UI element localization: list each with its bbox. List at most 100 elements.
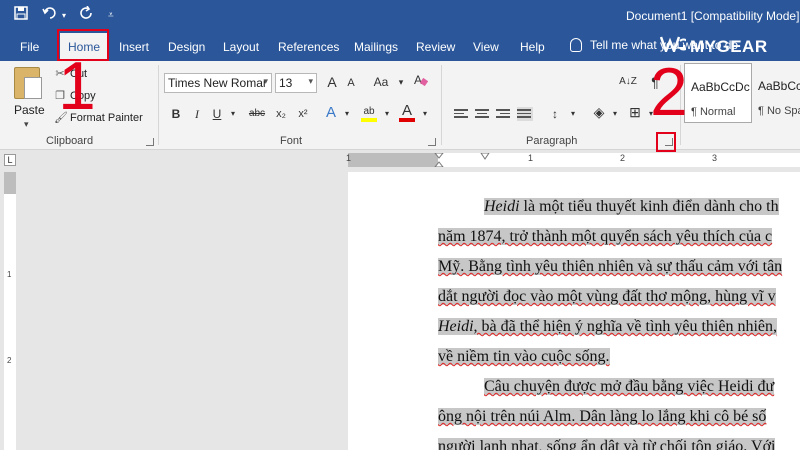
undo-icon[interactable]: [42, 6, 58, 24]
subscript-button[interactable]: x₂: [272, 105, 290, 123]
ruler-number: 1: [346, 153, 352, 163]
font-color-button[interactable]: A: [398, 102, 416, 122]
text-run: , bà đã thể hiện ý nghĩa về tình yêu thi…: [473, 318, 778, 335]
strikethrough-button[interactable]: abc: [245, 105, 269, 123]
chevron-down-icon: ▾: [263, 76, 268, 86]
group-separator: [158, 65, 159, 145]
text-line: Câu chuyện được mở đầu bằng việc Heidi đ…: [438, 372, 800, 402]
font-launcher-icon[interactable]: [428, 138, 436, 146]
text-run: về niềm tin vào cuộc sống.: [438, 348, 610, 365]
text-line: ông nội trên núi Alm. Dân làng lo lắng k…: [438, 402, 800, 432]
text-run: dắt người đọc vào một vùng đất thơ mộng,…: [438, 288, 776, 305]
tab-layout[interactable]: Layout: [223, 40, 259, 54]
lightbulb-icon: [570, 38, 582, 52]
font-family-value: Times New Romar: [168, 76, 267, 90]
underline-dropdown-icon[interactable]: ▾: [224, 105, 242, 123]
document-page[interactable]: Heidi là một tiểu thuyết kinh điển dành …: [348, 172, 800, 450]
vertical-ruler[interactable]: 1 2: [4, 172, 16, 450]
ruler-number: 1: [528, 153, 534, 163]
chevron-down-icon: ▾: [308, 76, 313, 86]
redo-icon[interactable]: [80, 5, 94, 24]
tab-review[interactable]: Review: [416, 40, 455, 54]
line-spacing-dropdown-icon[interactable]: ▾: [564, 105, 582, 123]
grow-font-button[interactable]: A: [323, 73, 341, 91]
paste-dropdown-icon[interactable]: ▾: [24, 119, 29, 130]
text-run: là một tiểu thuyết kinh điển dành cho th: [519, 198, 779, 215]
tab-insert[interactable]: Insert: [119, 40, 149, 54]
superscript-button[interactable]: x²: [294, 105, 312, 123]
highlight-dropdown-icon[interactable]: ▾: [378, 105, 396, 123]
text-run: Câu chuyện được mở đầu bằng việc Heidi đ…: [484, 378, 775, 395]
tab-selector[interactable]: L: [4, 154, 16, 166]
tab-file[interactable]: File: [20, 40, 39, 54]
italic-button[interactable]: I: [188, 105, 206, 123]
text-run: người lạnh nhạt, sống ẩn dật và từ chối …: [438, 438, 776, 450]
step-two-label: 2: [650, 54, 688, 130]
text-run: Mỹ. Bằng tình yêu thiên nhiên và sự thấu…: [438, 258, 783, 275]
paste-icon[interactable]: [14, 67, 42, 99]
ruler-top-margin: [4, 172, 16, 194]
text-line: dắt người đọc vào một vùng đất thơ mộng,…: [438, 282, 800, 312]
change-case-dropdown-icon[interactable]: ▾: [392, 73, 410, 91]
text-line: người lạnh nhạt, sống ẩn dật và từ chối …: [438, 432, 800, 450]
document-body[interactable]: Heidi là một tiểu thuyết kinh điển dành …: [438, 192, 800, 450]
text-italic: Heidi: [484, 198, 520, 215]
tab-references[interactable]: References: [278, 40, 339, 54]
paragraph-launcher-highlight: [656, 132, 676, 152]
style-sample: AaBbCcDc: [758, 79, 800, 93]
shading-dropdown-icon[interactable]: ▾: [606, 105, 624, 123]
align-left-button[interactable]: [454, 107, 470, 121]
step-one-label: 1: [58, 48, 96, 124]
svg-text:A: A: [414, 73, 422, 87]
tab-help[interactable]: Help: [520, 40, 545, 54]
clear-formatting-icon[interactable]: A: [412, 73, 430, 91]
tab-mailings[interactable]: Mailings: [354, 40, 398, 54]
text-run: năm 1874, trở thành một quyển sách yêu t…: [438, 228, 773, 245]
horizontal-ruler[interactable]: 1 1 2 3: [346, 153, 800, 167]
style-name: ¶ Normal: [691, 106, 736, 118]
sort-button[interactable]: A↓Z: [618, 73, 638, 91]
paste-button[interactable]: Paste: [14, 103, 45, 117]
font-color-swatch: [399, 118, 415, 122]
quick-access-toolbar: ▾ ⩡: [14, 5, 114, 24]
text-effects-dropdown-icon[interactable]: ▾: [338, 105, 356, 123]
font-size-value: 13: [279, 76, 293, 90]
highlight-button[interactable]: ab: [360, 103, 378, 122]
highlight-label: ab: [363, 106, 375, 117]
undo-dropdown-icon[interactable]: ▾: [62, 11, 66, 20]
indent-marker-icon[interactable]: [434, 153, 444, 167]
clipboard-group-label: Clipboard: [46, 135, 94, 147]
style-no-spacing[interactable]: AaBbCcDc ¶ No Spac: [752, 63, 800, 123]
font-color-dropdown-icon[interactable]: ▾: [416, 105, 434, 123]
font-size-select[interactable]: 13 ▾: [275, 73, 317, 93]
text-line: về niềm tin vào cuộc sống.: [438, 342, 800, 372]
style-name: ¶ No Spac: [758, 105, 800, 117]
text-run: ông nội trên núi Alm. Dân làng lo lắng k…: [438, 408, 767, 425]
text-italic: Heidi: [438, 318, 474, 335]
align-right-button[interactable]: [496, 107, 512, 121]
text-line: năm 1874, trở thành một quyển sách yêu t…: [438, 222, 800, 252]
tab-view[interactable]: View: [473, 40, 499, 54]
change-case-button[interactable]: Aa: [370, 73, 392, 91]
align-center-button[interactable]: [475, 107, 491, 121]
window-title: Document1 [Compatibility Mode]: [626, 9, 800, 23]
first-line-indent-icon[interactable]: [480, 153, 490, 161]
ruler-row: L 1 1 2 3: [0, 150, 800, 172]
font-family-select[interactable]: Times New Romar ▾: [164, 73, 272, 93]
style-normal[interactable]: AaBbCcDc ¶ Normal: [684, 63, 752, 123]
line-spacing-icon[interactable]: ↕: [546, 105, 564, 123]
bold-button[interactable]: B: [167, 105, 185, 123]
justify-button[interactable]: [517, 107, 533, 121]
tab-design[interactable]: Design: [168, 40, 205, 54]
group-separator: [441, 65, 442, 145]
font-group-label: Font: [280, 135, 303, 147]
title-bar: ▾ ⩡ Document1 [Compatibility Mode]: [0, 0, 800, 33]
customize-icon[interactable]: ⩡: [108, 10, 114, 21]
shrink-font-button[interactable]: A: [342, 74, 360, 92]
save-icon[interactable]: [14, 6, 28, 24]
ruler-number: 2: [7, 356, 12, 365]
ruler-number: 3: [712, 153, 718, 163]
logo-word: MYGEAR: [690, 36, 768, 56]
ruler-number: 1: [7, 270, 12, 279]
clipboard-launcher-icon[interactable]: [146, 138, 154, 146]
